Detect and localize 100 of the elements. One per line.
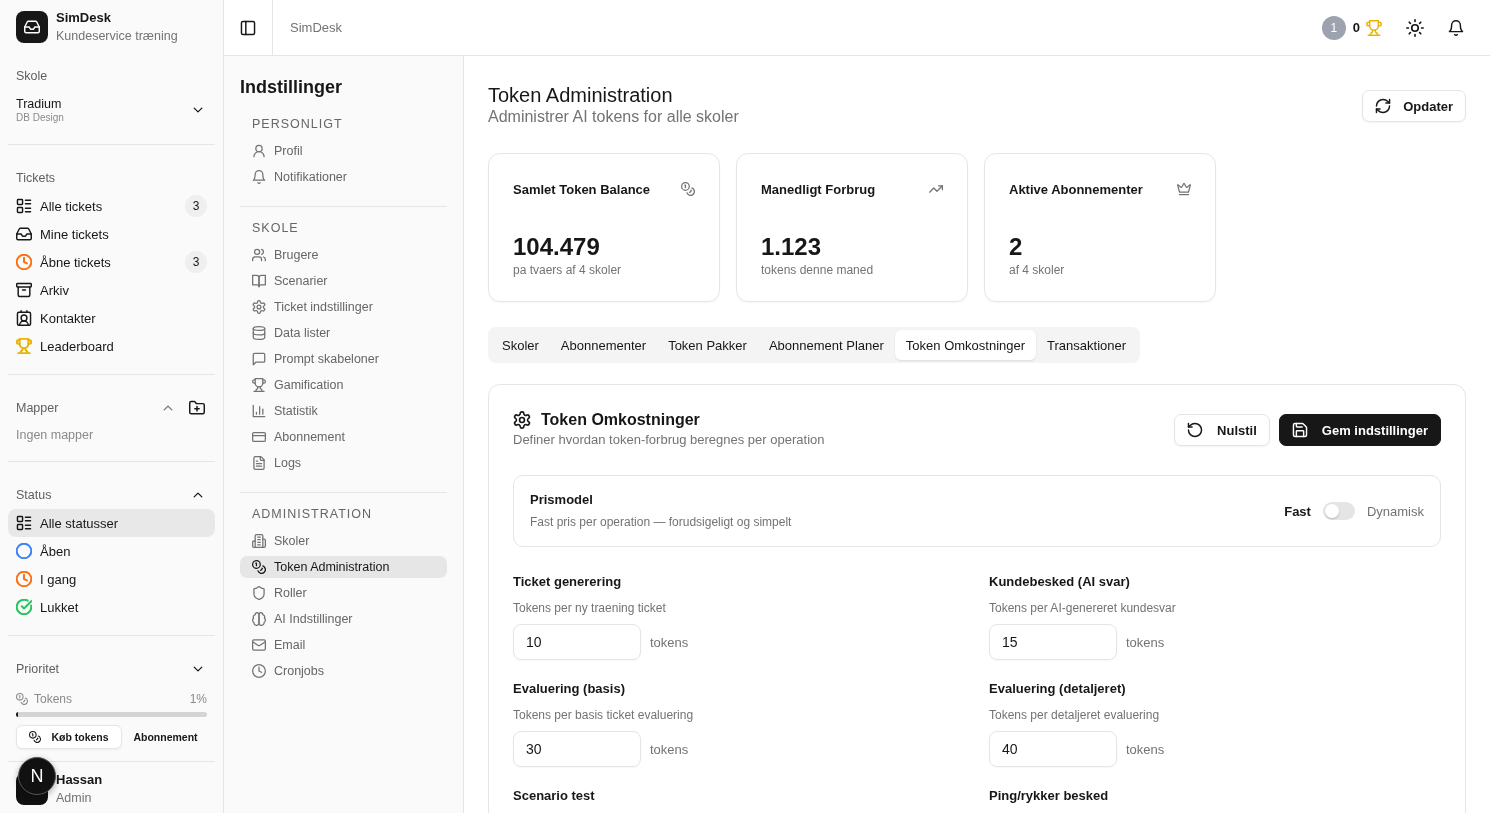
field-label: Ping/rykker besked — [989, 787, 1110, 805]
section-label: Tickets — [16, 171, 56, 185]
section-label: Skole — [16, 69, 48, 83]
list-icon — [16, 515, 32, 531]
folder-plus-icon[interactable] — [189, 400, 205, 416]
pricing-model-description: Fast pris per operation — forudsigeligt og simpelt — [530, 514, 792, 531]
settings-nav-item[interactable]: Token Administration — [240, 556, 447, 578]
inbox-logo-icon — [16, 11, 48, 43]
breadcrumb-link[interactable]: SimDesk — [290, 20, 342, 35]
settings-nav-item[interactable]: Gamification — [240, 374, 447, 396]
save-icon — [1291, 422, 1308, 438]
settings-section-heading: ADMINISTRATION — [251, 506, 374, 523]
settings-nav-item[interactable]: Email — [240, 634, 447, 656]
bell-icon — [252, 170, 266, 184]
coins-icon — [16, 693, 28, 705]
user-icon — [252, 144, 266, 158]
nav-item[interactable]: Alle tickets 3 — [8, 192, 215, 220]
trending-up-icon — [929, 182, 943, 196]
sun-icon[interactable] — [1406, 18, 1424, 37]
tab[interactable]: Skoler — [491, 330, 550, 360]
settings-icon — [252, 300, 266, 314]
count-badge: 3 — [185, 195, 207, 217]
settings-nav-item[interactable]: Cronjobs — [240, 660, 447, 682]
tokens-percentage: 1% — [189, 692, 207, 706]
status-filter-item[interactable]: Lukket — [8, 593, 215, 621]
sidebar-toggle-icon[interactable] — [240, 19, 256, 36]
settings-nav-item[interactable]: Statistik — [240, 400, 447, 422]
users-icon — [252, 248, 266, 262]
field-label: Ticket generering — [513, 573, 623, 591]
subscription-button[interactable]: Abonnement — [124, 725, 207, 749]
inbox-icon — [16, 226, 32, 242]
nav-item[interactable]: Arkiv — [8, 276, 215, 304]
nav-item[interactable]: Mine tickets — [8, 220, 215, 248]
status-filter-item[interactable]: Alle statusser — [8, 509, 215, 537]
clock-icon — [252, 664, 266, 678]
status-filter-item[interactable]: Åben — [8, 537, 215, 565]
nav-item[interactable]: Leaderboard — [8, 332, 215, 360]
refresh-button[interactable]: Opdater — [1362, 90, 1466, 122]
mail-icon — [252, 638, 266, 652]
user-name: Hassan — [56, 771, 103, 789]
reset-button[interactable]: Nulstil — [1174, 414, 1270, 446]
pricing-model-switch[interactable] — [1322, 502, 1355, 520]
settings-nav-item[interactable]: Data lister — [240, 322, 447, 344]
section-label: Status — [16, 488, 52, 502]
settings-nav-item[interactable]: Logs — [240, 452, 447, 474]
book-icon — [252, 274, 266, 288]
page-title: Token Administration — [488, 83, 674, 107]
settings-nav-item[interactable]: Skoler — [240, 530, 447, 552]
unit-label: tokens — [650, 634, 689, 650]
coins-icon — [29, 731, 42, 743]
stat-note: tokens denne maned — [761, 262, 875, 278]
token-input-field[interactable]: 40 — [989, 731, 1117, 767]
list-icon — [16, 198, 32, 214]
app-name: SimDesk — [56, 9, 112, 27]
trophy-icon — [252, 378, 266, 392]
status-filter-item[interactable]: I gang — [8, 565, 215, 593]
coins-icon — [681, 182, 695, 196]
tab[interactable]: Token Pakker — [657, 330, 758, 360]
settings-nav-item[interactable]: Profil — [240, 140, 447, 162]
refresh-icon — [1375, 98, 1392, 114]
settings-title: Indstillinger — [240, 76, 343, 98]
settings-nav-item[interactable]: Roller — [240, 582, 447, 604]
stat-value: 1.123 — [761, 232, 823, 262]
tokens-label: Tokens — [34, 692, 73, 706]
token-input-field[interactable]: 10 — [513, 624, 641, 660]
nav-item[interactable]: Kontakter — [8, 304, 215, 332]
stat-title: Samlet Token Balance — [513, 181, 651, 197]
nav-item[interactable]: Åbne tickets 3 — [8, 248, 215, 276]
page-subtitle: Administrer AI tokens for alle skoler — [488, 107, 739, 127]
tab[interactable]: Transaktioner — [1036, 330, 1138, 360]
tab[interactable]: Abonnement Planer — [757, 330, 895, 360]
settings-nav-item[interactable]: Scenarier — [240, 270, 447, 292]
points-count: 0 — [1352, 20, 1360, 35]
settings-section-heading: PERSONLIGT — [251, 116, 344, 133]
save-button[interactable]: Gem indstillinger — [1278, 414, 1441, 446]
stat-note: af 4 skoler — [1009, 262, 1066, 278]
buy-tokens-button[interactable]: Køb tokens — [16, 725, 122, 749]
fixed-option-label: Fast — [1284, 503, 1311, 519]
dev-indicator-button[interactable]: N — [18, 757, 56, 795]
document-icon — [252, 456, 266, 470]
school-selector[interactable]: Tradium DB Design — [8, 92, 215, 128]
card-title: Token Omkostninger — [541, 411, 700, 429]
tab[interactable]: Token Omkostninger — [894, 330, 1037, 360]
stat-value: 2 — [1009, 232, 1024, 262]
token-input-field[interactable]: 30 — [513, 731, 641, 767]
field-label: Evaluering (basis) — [513, 680, 626, 698]
token-input-field[interactable]: 15 — [989, 624, 1117, 660]
settings-nav-item[interactable]: Brugere — [240, 244, 447, 266]
database-icon — [252, 326, 266, 340]
field-label: Scenario test — [513, 787, 596, 805]
pricing-model-title: Prismodel — [530, 491, 594, 509]
settings-nav-item[interactable]: Prompt skabeloner — [240, 348, 447, 370]
field-hint: Tokens per AI-genereret kundesvar — [989, 600, 1177, 617]
settings-nav-item[interactable]: Abonnement — [240, 426, 447, 448]
trophy-icon — [1366, 19, 1382, 36]
tab[interactable]: Abonnementer — [549, 330, 658, 360]
settings-nav-item[interactable]: Notifikationer — [240, 166, 447, 188]
settings-nav-item[interactable]: Ticket indstillinger — [240, 296, 447, 318]
settings-nav-item[interactable]: AI Indstillinger — [240, 608, 447, 630]
bell-icon[interactable] — [1448, 19, 1464, 36]
